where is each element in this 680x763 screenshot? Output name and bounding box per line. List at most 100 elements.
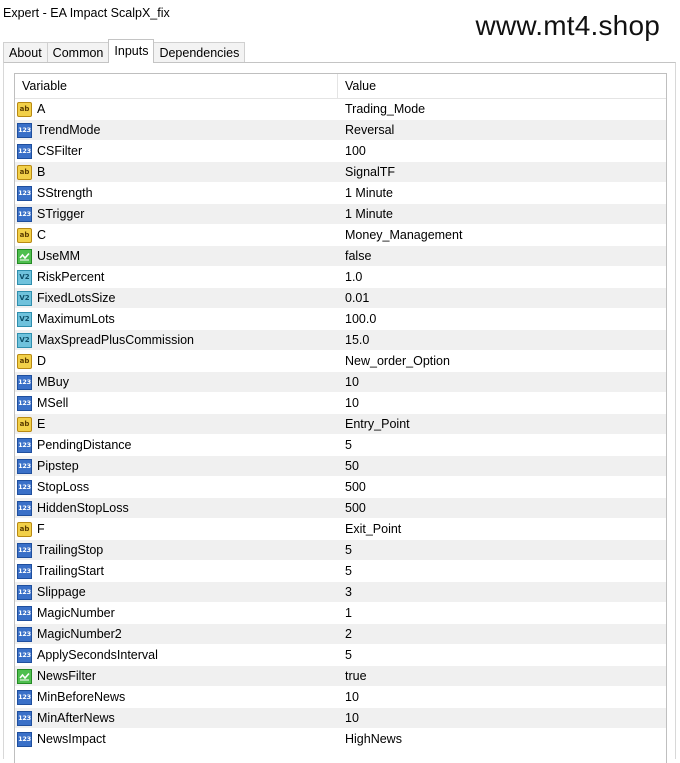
value-text: Money_Management <box>345 228 463 242</box>
table-row[interactable]: 123 MagicNumber 1 <box>15 603 666 624</box>
variable-cell: V2 RiskPercent <box>15 267 338 287</box>
table-row[interactable]: 123 Slippage 3 <box>15 582 666 603</box>
value-text: 1 <box>345 606 352 620</box>
value-cell[interactable]: 1.0 <box>338 267 666 287</box>
value-cell[interactable]: 100.0 <box>338 309 666 329</box>
table-row[interactable]: 123 TrendMode Reversal <box>15 120 666 141</box>
value-cell[interactable]: 500 <box>338 498 666 518</box>
variable-cell: ab F <box>15 519 338 539</box>
table-row[interactable]: ab E Entry_Point <box>15 414 666 435</box>
column-header-value[interactable]: Value <box>338 74 666 98</box>
table-row[interactable]: ab B SignalTF <box>15 162 666 183</box>
table-row[interactable]: UseMM false <box>15 246 666 267</box>
boolean-type-icon <box>17 248 32 264</box>
value-cell[interactable]: 2 <box>338 624 666 644</box>
table-row[interactable]: V2 RiskPercent 1.0 <box>15 267 666 288</box>
value-text: 10 <box>345 711 359 725</box>
variable-name: PendingDistance <box>37 438 132 452</box>
value-cell[interactable]: 10 <box>338 393 666 413</box>
tab-inputs[interactable]: Inputs <box>108 39 155 63</box>
value-cell[interactable]: 500 <box>338 477 666 497</box>
table-row[interactable]: V2 FixedLotsSize 0.01 <box>15 288 666 309</box>
table-row[interactable]: 123 TrailingStop 5 <box>15 540 666 561</box>
value-cell[interactable]: 5 <box>338 435 666 455</box>
value-cell[interactable]: Money_Management <box>338 225 666 245</box>
value-cell[interactable]: SignalTF <box>338 162 666 182</box>
value-cell[interactable]: 10 <box>338 708 666 728</box>
column-header-variable[interactable]: Variable <box>15 74 338 98</box>
table-row[interactable]: ab D New_order_Option <box>15 351 666 372</box>
table-row[interactable]: 123 ApplySecondsInterval 5 <box>15 645 666 666</box>
table-row[interactable]: 123 PendingDistance 5 <box>15 435 666 456</box>
variable-cell: 123 MBuy <box>15 372 338 392</box>
value-cell[interactable]: 50 <box>338 456 666 476</box>
table-row[interactable]: 123 STrigger 1 Minute <box>15 204 666 225</box>
value-cell[interactable]: 5 <box>338 540 666 560</box>
variable-name: TrailingStop <box>37 543 104 557</box>
value-cell[interactable]: 1 Minute <box>338 183 666 203</box>
value-cell[interactable]: HighNews <box>338 729 666 749</box>
table-row[interactable]: 123 MinAfterNews 10 <box>15 708 666 729</box>
variable-cell: 123 MagicNumber <box>15 603 338 623</box>
value-cell[interactable]: 15.0 <box>338 330 666 350</box>
variable-name: RiskPercent <box>37 270 105 284</box>
value-cell[interactable]: 10 <box>338 372 666 392</box>
table-row[interactable]: 123 MSell 10 <box>15 393 666 414</box>
value-cell[interactable]: 5 <box>338 645 666 665</box>
variable-name: FixedLotsSize <box>37 291 116 305</box>
value-cell[interactable]: Exit_Point <box>338 519 666 539</box>
table-row[interactable]: 123 MinBeforeNews 10 <box>15 687 666 708</box>
table-row[interactable]: NewsFilter true <box>15 666 666 687</box>
table-row[interactable]: 123 StopLoss 500 <box>15 477 666 498</box>
table-row[interactable]: 123 MBuy 10 <box>15 372 666 393</box>
variable-cell: 123 MSell <box>15 393 338 413</box>
tab-about[interactable]: About <box>3 42 48 63</box>
integer-type-icon: 123 <box>17 584 32 600</box>
table-row[interactable]: 123 TrailingStart 5 <box>15 561 666 582</box>
value-cell[interactable]: New_order_Option <box>338 351 666 371</box>
variable-name: C <box>37 228 47 242</box>
value-cell[interactable]: Reversal <box>338 120 666 140</box>
table-row[interactable]: V2 MaximumLots 100.0 <box>15 309 666 330</box>
table-row[interactable]: 123 NewsImpact HighNews <box>15 729 666 750</box>
integer-type-icon: 123 <box>17 710 32 726</box>
table-row[interactable]: ab F Exit_Point <box>15 519 666 540</box>
tab-bar: About Common Inputs Dependencies <box>3 39 246 63</box>
tab-dependencies[interactable]: Dependencies <box>153 42 246 63</box>
variable-name: ApplySecondsInterval <box>37 648 158 662</box>
table-row[interactable]: 123 MagicNumber2 2 <box>15 624 666 645</box>
value-text: Reversal <box>345 123 395 137</box>
table-row[interactable]: ab A Trading_Mode <box>15 99 666 120</box>
table-row[interactable]: 123 Pipstep 50 <box>15 456 666 477</box>
table-row[interactable]: ab C Money_Management <box>15 225 666 246</box>
value-cell[interactable]: 3 <box>338 582 666 602</box>
value-text: Trading_Mode <box>345 102 426 116</box>
table-row[interactable]: 123 HiddenStopLoss 500 <box>15 498 666 519</box>
value-cell[interactable]: 5 <box>338 561 666 581</box>
table-row[interactable]: 123 SStrength 1 Minute <box>15 183 666 204</box>
variable-cell: 123 TrailingStop <box>15 540 338 560</box>
value-cell[interactable]: false <box>338 246 666 266</box>
tab-common[interactable]: Common <box>46 42 110 63</box>
value-text: 50 <box>345 459 359 473</box>
integer-type-icon: 123 <box>17 731 32 747</box>
variable-name: E <box>37 417 46 431</box>
value-text: HighNews <box>345 732 402 746</box>
table-row[interactable]: V2 MaxSpreadPlusCommission 15.0 <box>15 330 666 351</box>
value-cell[interactable]: Trading_Mode <box>338 99 666 119</box>
value-cell[interactable]: 1 <box>338 603 666 623</box>
table-row[interactable]: 123 CSFilter 100 <box>15 141 666 162</box>
value-cell[interactable]: Entry_Point <box>338 414 666 434</box>
value-cell[interactable]: 100 <box>338 141 666 161</box>
variable-name: MaximumLots <box>37 312 115 326</box>
value-cell[interactable]: 0.01 <box>338 288 666 308</box>
value-cell[interactable]: 1 Minute <box>338 204 666 224</box>
boolean-type-icon <box>17 668 32 684</box>
value-text: true <box>345 669 367 683</box>
value-text: 5 <box>345 543 352 557</box>
value-text: Entry_Point <box>345 417 410 431</box>
value-cell[interactable]: true <box>338 666 666 686</box>
value-text: 0.01 <box>345 291 370 305</box>
value-cell[interactable]: 10 <box>338 687 666 707</box>
value-text: 10 <box>345 375 359 389</box>
